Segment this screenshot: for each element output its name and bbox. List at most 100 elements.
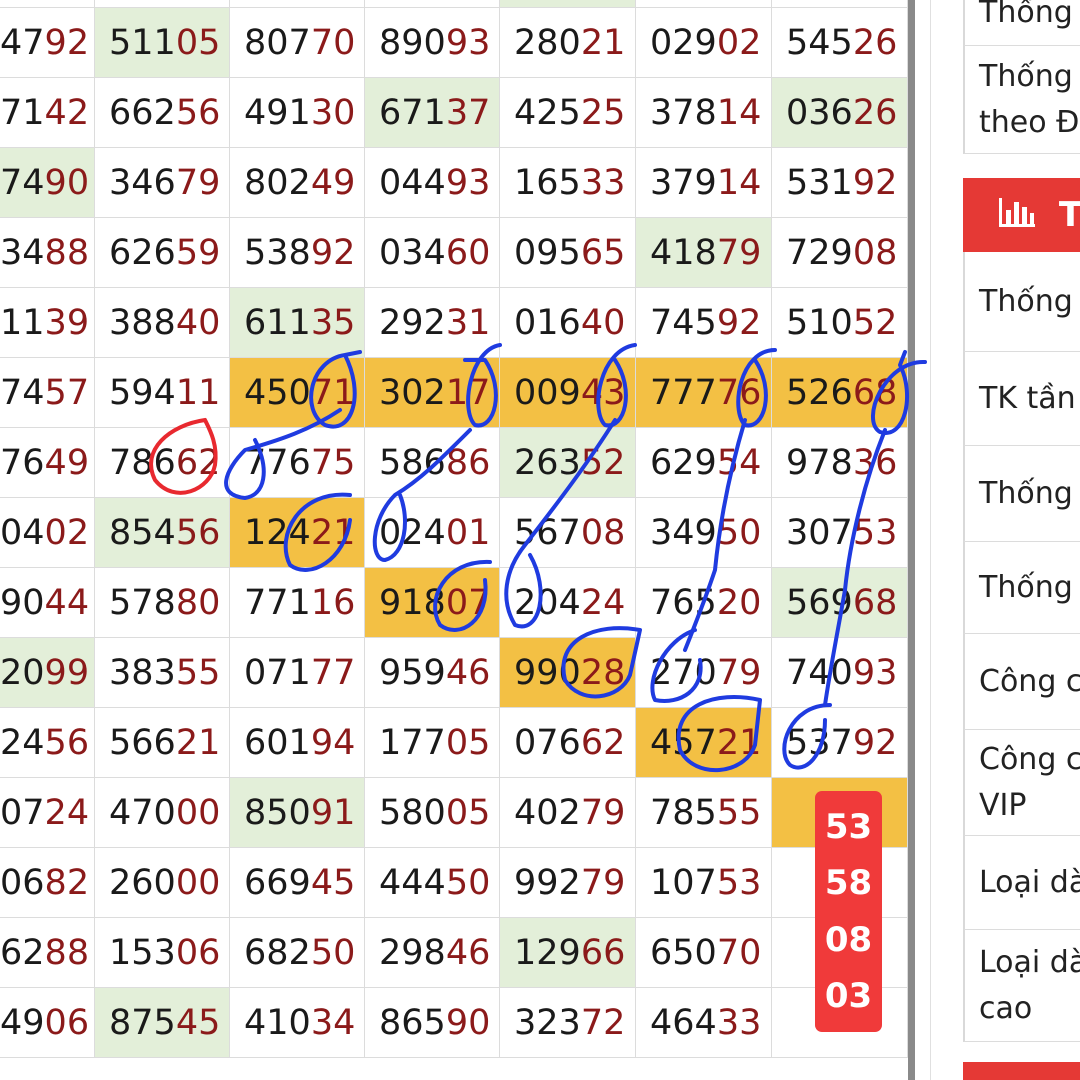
- result-cell: 30217: [365, 358, 500, 428]
- cell-head-digits: 785: [650, 793, 717, 833]
- cell-head-digits: 07: [0, 793, 45, 833]
- result-cell: [0, 0, 95, 8]
- cell-head-digits: 410: [244, 1003, 311, 1043]
- cell-head-digits: 865: [379, 1003, 446, 1043]
- cell-tail-digits: 90: [445, 1003, 491, 1043]
- cell-head-digits: 992: [514, 863, 581, 903]
- cell-head-digits: 379: [650, 163, 717, 203]
- cell-tail-digits: 75: [310, 443, 356, 483]
- cell-head-digits: 076: [514, 723, 581, 763]
- cell-head-digits: 418: [650, 233, 717, 273]
- sidebar-item[interactable]: Thống: [963, 542, 1080, 634]
- result-cell: 97836: [772, 428, 908, 498]
- cell-tail-digits: 21: [716, 723, 762, 763]
- result-cell: 91807: [365, 568, 500, 638]
- cell-head-digits: 165: [514, 163, 581, 203]
- result-cell: 53892: [230, 218, 365, 288]
- cell-tail-digits: 05: [445, 723, 491, 763]
- sidebar-item[interactable]: Thống: [963, 0, 1080, 46]
- cell-tail-digits: 36: [852, 443, 898, 483]
- cell-tail-digits: 52: [852, 303, 898, 343]
- sidebar-item[interactable]: TK tần: [963, 352, 1080, 446]
- cell-tail-digits: 02: [44, 513, 90, 553]
- cell-tail-digits: 56: [44, 723, 90, 763]
- sidebar-item-label: Thống: [979, 569, 1073, 605]
- cell-tail-digits: 06: [175, 933, 221, 973]
- cell-head-digits: 854: [109, 513, 176, 553]
- sidebar-item[interactable]: Thống: [963, 446, 1080, 542]
- cell-head-digits: 650: [650, 933, 717, 973]
- cell-head-digits: 378: [650, 93, 717, 133]
- cell-tail-digits: 28: [580, 653, 626, 693]
- result-cell: 26000: [95, 848, 230, 918]
- cell-tail-digits: 57: [44, 373, 90, 413]
- sidebar-item-label: VIP: [979, 787, 1027, 823]
- cell-tail-digits: 82: [44, 863, 90, 903]
- cell-tail-digits: 53: [852, 513, 898, 553]
- result-cell: 62954: [636, 428, 772, 498]
- result-cell: 51105: [95, 8, 230, 78]
- cell-head-digits: 402: [514, 793, 581, 833]
- divider: [930, 0, 931, 1080]
- cell-tail-digits: 05: [175, 23, 221, 63]
- cell-head-digits: 425: [514, 93, 581, 133]
- scrollbar[interactable]: [908, 0, 915, 1080]
- cell-tail-digits: 60: [445, 233, 491, 273]
- cell-tail-digits: 31: [445, 303, 491, 343]
- cell-tail-digits: 90: [44, 163, 90, 203]
- result-number: 53: [824, 807, 873, 848]
- cell-head-digits: 682: [244, 933, 311, 973]
- cell-tail-digits: 99: [44, 653, 90, 693]
- result-cell: 51052: [772, 288, 908, 358]
- result-cell: 32372: [500, 988, 636, 1058]
- sidebar-item[interactable]: Loại dà: [963, 836, 1080, 930]
- result-cell: 74592: [636, 288, 772, 358]
- cell-tail-digits: 08: [852, 233, 898, 273]
- cell-tail-digits: 88: [44, 233, 90, 273]
- cell-tail-digits: 49: [44, 443, 90, 483]
- cell-head-digits: 263: [514, 443, 581, 483]
- cell-head-digits: 464: [650, 1003, 717, 1043]
- cell-head-digits: 526: [786, 373, 853, 413]
- result-cell: 34679: [95, 148, 230, 218]
- cell-tail-digits: 70: [716, 933, 762, 973]
- result-cell: 77675: [230, 428, 365, 498]
- result-cell: 1139: [0, 288, 95, 358]
- sidebar-item[interactable]: Thống: [963, 252, 1080, 352]
- sidebar-item[interactable]: Công c: [963, 634, 1080, 730]
- cell-tail-digits: 79: [580, 863, 626, 903]
- sidebar-item[interactable]: Loại dà cao: [963, 930, 1080, 1042]
- cell-head-digits: 307: [786, 513, 853, 553]
- cell-head-digits: 11: [0, 303, 45, 343]
- cell-tail-digits: 76: [716, 373, 762, 413]
- cell-tail-digits: 66: [580, 933, 626, 973]
- result-cell: 03460: [365, 218, 500, 288]
- result-cell: 27079: [636, 638, 772, 708]
- cell-head-digits: 204: [514, 583, 581, 623]
- cell-tail-digits: 92: [44, 23, 90, 63]
- cell-head-digits: 802: [244, 163, 311, 203]
- cell-tail-digits: 00: [175, 863, 221, 903]
- cell-tail-digits: 06: [44, 1003, 90, 1043]
- cell-tail-digits: 93: [445, 23, 491, 63]
- result-cell: 9044: [0, 568, 95, 638]
- result-cell: 86590: [365, 988, 500, 1058]
- cell-head-digits: 298: [379, 933, 446, 973]
- cell-tail-digits: 00: [175, 793, 221, 833]
- result-cell: 57880: [95, 568, 230, 638]
- sidebar-item-label: theo Đă: [979, 104, 1080, 140]
- cell-head-digits: 626: [109, 233, 176, 273]
- cell-head-digits: 538: [244, 233, 311, 273]
- cell-tail-digits: 42: [44, 93, 90, 133]
- result-cell: 07662: [500, 708, 636, 778]
- cell-tail-digits: 62: [175, 443, 221, 483]
- sidebar-item[interactable]: Thống theo Đă: [963, 46, 1080, 154]
- sidebar-item[interactable]: Công c VIP: [963, 730, 1080, 836]
- cell-head-digits: 62: [0, 933, 45, 973]
- cell-tail-digits: 50: [445, 863, 491, 903]
- result-cell: 72908: [772, 218, 908, 288]
- result-cell: 4792: [0, 8, 95, 78]
- cell-head-digits: 671: [379, 93, 446, 133]
- cell-head-digits: 74: [0, 163, 45, 203]
- result-badge: 53 58 08 03: [815, 791, 882, 1032]
